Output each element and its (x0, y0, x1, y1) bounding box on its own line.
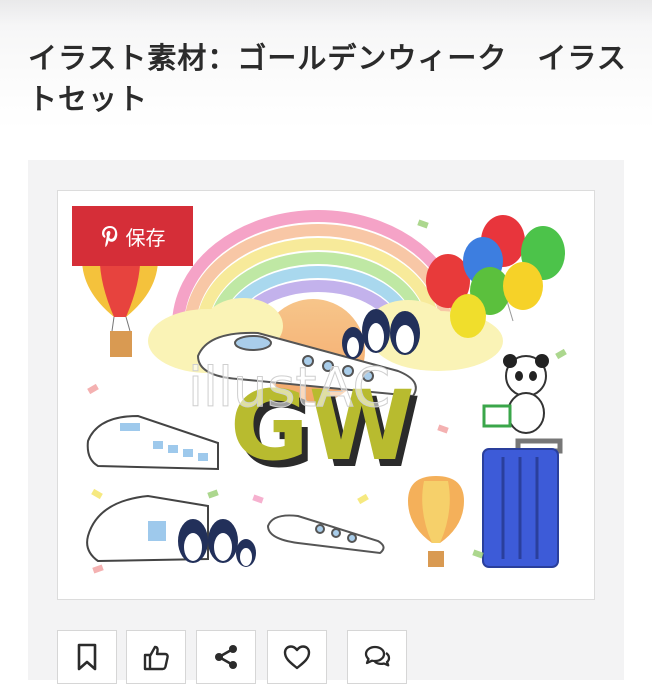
pinterest-icon (100, 224, 120, 248)
airplane-bottom (266, 514, 385, 555)
watermark-text: illustAC (188, 356, 390, 419)
page-title: イラスト素材：ゴールデンウィーク イラストセット (28, 41, 627, 116)
comment-button[interactable] (347, 630, 407, 684)
penguins-bottom (178, 519, 256, 567)
pinterest-save-button[interactable]: 保存 (72, 206, 193, 266)
heart-icon (283, 645, 311, 670)
bullet-train-left (86, 414, 219, 471)
save-button-label: 保存 (125, 227, 166, 250)
comment-icon (364, 645, 391, 667)
like-button[interactable] (126, 630, 186, 684)
bookmark-icon (77, 643, 97, 671)
bookmark-button[interactable] (57, 630, 117, 684)
hot-air-balloon-right (408, 476, 464, 567)
panda-art (482, 354, 549, 434)
share-button[interactable] (196, 630, 256, 684)
penguins-top (342, 309, 420, 359)
suitcase-art (482, 438, 563, 568)
favorite-button[interactable] (267, 630, 327, 684)
share-icon (215, 645, 237, 669)
thumbs-up-icon (143, 645, 169, 671)
